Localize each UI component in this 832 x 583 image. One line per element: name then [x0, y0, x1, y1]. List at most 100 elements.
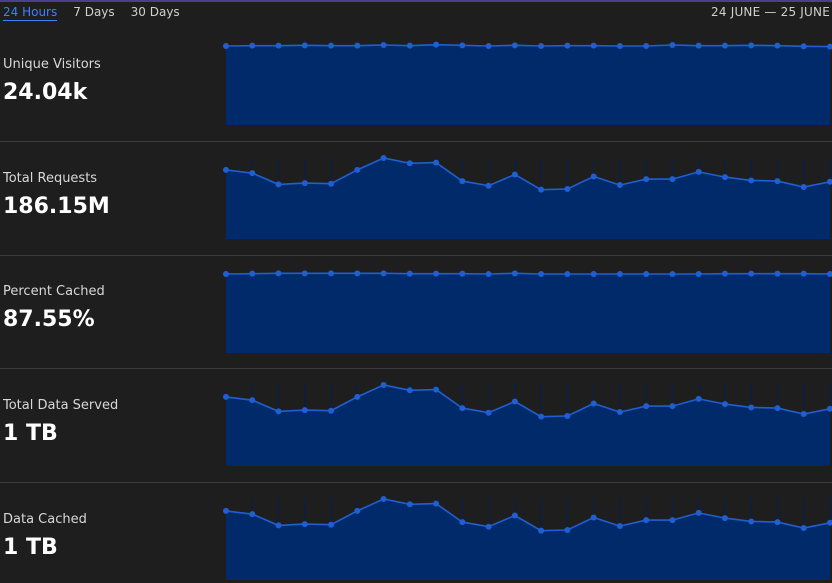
sparkline-point[interactable] — [695, 509, 702, 516]
sparkline-point[interactable] — [301, 407, 308, 414]
sparkline-point[interactable] — [721, 174, 728, 181]
sparkline-point[interactable] — [223, 42, 229, 49]
sparkline-point[interactable] — [538, 42, 545, 49]
sparkline-point[interactable] — [433, 41, 440, 48]
sparkline-point[interactable] — [459, 178, 466, 185]
sparkline-point[interactable] — [748, 404, 755, 411]
sparkline-point[interactable] — [669, 517, 676, 524]
sparkline-point[interactable] — [249, 397, 256, 404]
sparkline-point[interactable] — [459, 42, 466, 49]
sparkline-point[interactable] — [380, 382, 387, 388]
sparkline-point[interactable] — [616, 270, 623, 277]
sparkline-point[interactable] — [669, 270, 676, 277]
sparkline-point[interactable] — [590, 270, 597, 277]
sparkline-point[interactable] — [616, 42, 623, 49]
sparkline-point[interactable] — [328, 42, 335, 49]
sparkline-point[interactable] — [748, 42, 755, 49]
sparkline-point[interactable] — [223, 393, 229, 400]
sparkline-point[interactable] — [485, 42, 492, 49]
sparkline-point[interactable] — [538, 270, 545, 277]
sparkline-point[interactable] — [485, 523, 492, 530]
sparkline-point[interactable] — [328, 270, 335, 277]
sparkline-point[interactable] — [511, 171, 518, 178]
sparkline-point[interactable] — [643, 403, 650, 410]
sparkline-point[interactable] — [800, 411, 807, 418]
sparkline-point[interactable] — [590, 173, 597, 180]
sparkline-point[interactable] — [301, 42, 308, 49]
sparkline-point[interactable] — [616, 409, 623, 416]
sparkline-point[interactable] — [695, 168, 702, 175]
sparkline-point[interactable] — [301, 180, 308, 187]
sparkline-point[interactable] — [406, 387, 413, 394]
sparkline-point[interactable] — [511, 512, 518, 519]
sparkline-point[interactable] — [590, 400, 597, 407]
sparkline-point[interactable] — [406, 160, 413, 167]
sparkline-point[interactable] — [643, 176, 650, 183]
sparkline-point[interactable] — [433, 159, 440, 166]
sparkline-point[interactable] — [328, 407, 335, 414]
sparkline-point[interactable] — [380, 155, 387, 161]
sparkline-point[interactable] — [564, 527, 571, 534]
sparkline-point[interactable] — [328, 521, 335, 528]
sparkline-point[interactable] — [590, 42, 597, 49]
sparkline-point[interactable] — [485, 270, 492, 277]
sparkline-point[interactable] — [406, 501, 413, 508]
sparkline-point[interactable] — [380, 496, 387, 502]
sparkline-point[interactable] — [511, 398, 518, 405]
sparkline-point[interactable] — [774, 405, 781, 412]
sparkline-point[interactable] — [275, 181, 282, 188]
sparkline-point[interactable] — [800, 43, 807, 50]
sparkline-point[interactable] — [354, 507, 361, 514]
sparkline-point[interactable] — [328, 180, 335, 187]
sparkline-point[interactable] — [800, 525, 807, 532]
sparkline-point[interactable] — [223, 270, 229, 277]
sparkline-point[interactable] — [748, 270, 755, 277]
sparkline-point[interactable] — [538, 186, 545, 193]
sparkline-point[interactable] — [275, 42, 282, 49]
sparkline-point[interactable] — [249, 42, 256, 49]
sparkline-point[interactable] — [774, 270, 781, 277]
sparkline-point[interactable] — [748, 518, 755, 525]
sparkline-point[interactable] — [249, 270, 256, 277]
sparkline-point[interactable] — [354, 166, 361, 173]
sparkline-point[interactable] — [616, 182, 623, 189]
tab-24-hours[interactable]: 24 Hours — [3, 5, 58, 21]
sparkline-point[interactable] — [249, 511, 256, 518]
sparkline-point[interactable] — [354, 270, 361, 277]
sparkline-point[interactable] — [433, 500, 440, 507]
sparkline-point[interactable] — [380, 270, 387, 277]
sparkline-point[interactable] — [223, 166, 229, 173]
sparkline-point[interactable] — [275, 522, 282, 529]
sparkline-point[interactable] — [669, 403, 676, 410]
sparkline-point[interactable] — [433, 270, 440, 277]
sparkline-point[interactable] — [695, 42, 702, 49]
sparkline-point[interactable] — [590, 514, 597, 521]
sparkline-point[interactable] — [459, 270, 466, 277]
sparkline-point[interactable] — [616, 523, 623, 530]
sparkline-point[interactable] — [459, 519, 466, 526]
sparkline-point[interactable] — [223, 507, 229, 514]
sparkline-point[interactable] — [485, 409, 492, 416]
sparkline-point[interactable] — [721, 42, 728, 49]
sparkline-point[interactable] — [511, 270, 518, 277]
sparkline-point[interactable] — [433, 386, 440, 393]
sparkline-point[interactable] — [459, 405, 466, 412]
tab-7-days[interactable]: 7 Days — [73, 5, 114, 21]
sparkline-point[interactable] — [275, 408, 282, 415]
sparkline-point[interactable] — [643, 270, 650, 277]
sparkline-point[interactable] — [564, 42, 571, 49]
sparkline-point[interactable] — [721, 270, 728, 277]
sparkline-point[interactable] — [721, 515, 728, 522]
sparkline-point[interactable] — [774, 178, 781, 185]
sparkline-point[interactable] — [354, 393, 361, 400]
sparkline-point[interactable] — [406, 42, 413, 49]
sparkline-point[interactable] — [249, 170, 256, 177]
tab-30-days[interactable]: 30 Days — [131, 5, 180, 21]
sparkline-point[interactable] — [695, 270, 702, 277]
sparkline-point[interactable] — [538, 413, 545, 420]
sparkline-point[interactable] — [485, 182, 492, 189]
sparkline-point[interactable] — [301, 521, 308, 528]
sparkline-point[interactable] — [695, 395, 702, 402]
sparkline-point[interactable] — [748, 177, 755, 184]
sparkline-point[interactable] — [301, 270, 308, 277]
